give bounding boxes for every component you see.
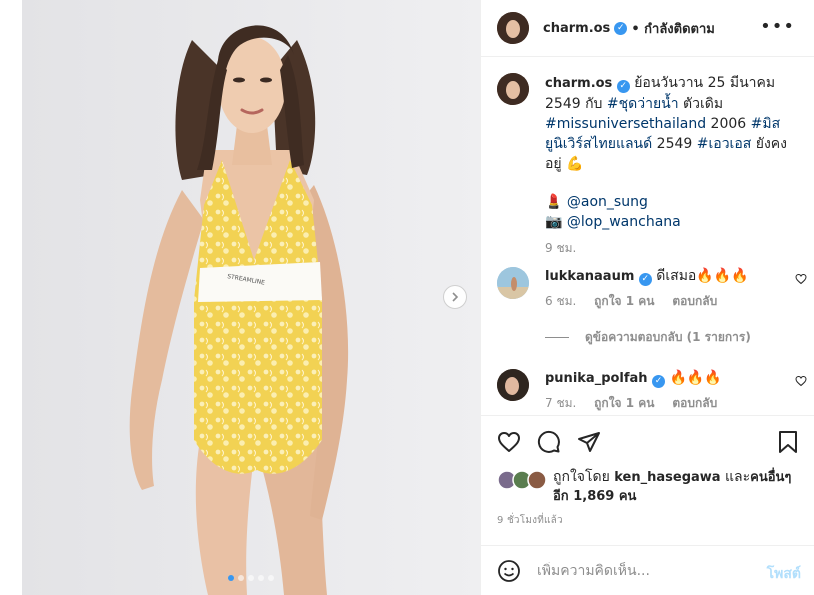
camera-emoji: 📷 [545,214,563,230]
commenter-avatar[interactable] [497,267,529,299]
bookmark-icon[interactable] [777,430,799,454]
verified-badge-icon: ✓ [616,79,630,93]
comment-text: lukkanaaum ✓ ดีเสมอ🔥🔥🔥 6 ชม. ถูกใจ 1 คน … [545,268,749,308]
hashtag[interactable]: #ชุดว่ายน้ำ [607,96,679,112]
post-comment-button[interactable]: โพสต์ [767,563,801,585]
reply-button[interactable]: ตอบกลับ [672,396,717,410]
liker-avatars[interactable] [497,470,549,490]
lipstick-emoji: 💄 [545,194,563,210]
comment-time[interactable]: 6 ชม. [545,294,576,308]
owner-avatar[interactable] [497,12,529,44]
instagram-post-modal: STREAMLINE charm.os ✓ • กำลังติดตาม ••• … [0,0,814,595]
owner-handle[interactable]: charm.os [543,21,610,36]
comment-text: punika_polfah ✓ 🔥🔥🔥 7 ชม. ถูกใจ 1 คน ตอบ… [545,370,722,410]
post-header: charm.os ✓ • กำลังติดตาม ••• [481,0,814,57]
mention-link[interactable]: @lop_wanchana [567,214,681,230]
comment-input[interactable] [537,562,737,580]
caption-text: charm.os ✓ ย้อนวันวาน 25 มีนาคม 2549 กับ… [545,73,793,258]
commenter-handle[interactable]: punika_polfah [545,371,648,386]
post-photo[interactable]: STREAMLINE [22,0,480,595]
follow-status[interactable]: • กำลังติดตาม [631,18,715,39]
comment-like-icon[interactable] [795,273,807,285]
comment-likes[interactable]: ถูกใจ 1 คน [594,396,654,410]
caption-avatar[interactable] [497,73,529,105]
caption-time[interactable]: 9 ชม. [545,238,793,258]
hashtag[interactable]: #เอวเอส [697,136,752,152]
heart-icon[interactable] [497,430,521,454]
liker-handle[interactable]: ken_hasegawa [614,470,720,485]
carousel-indicators [22,575,480,581]
muscle-emoji: 💪 [566,156,584,172]
verified-badge-icon: ✓ [614,21,628,35]
comment-like-icon[interactable] [795,375,807,387]
carousel-dot [258,575,264,581]
replies-divider [545,337,569,338]
share-icon[interactable] [577,430,601,454]
mention-link[interactable]: @aon_sung [567,194,648,210]
comment-time[interactable]: 7 ชม. [545,396,576,410]
carousel-dot [268,575,274,581]
hashtag[interactable]: #missuniversethailand [545,116,706,132]
carousel-dot-active [228,575,234,581]
photo-image: STREAMLINE [22,0,480,595]
action-bar [481,415,814,467]
commenter-avatar[interactable] [497,369,529,401]
chevron-right-icon [452,292,459,302]
verified-badge-icon: ✓ [638,272,652,286]
post-time[interactable]: 9 ชั่วโมงที่แล้ว [497,513,563,528]
view-replies-button[interactable]: ดูข้อความตอบกลับ (1 รายการ) [545,328,751,347]
commenter-handle[interactable]: lukkanaaum [545,269,634,284]
carousel-dot [238,575,244,581]
post-side-panel: charm.os ✓ • กำลังติดตาม ••• charm.os ✓ … [480,0,814,595]
comments-list: charm.os ✓ ย้อนวันวาน 25 มีนาคม 2549 กับ… [481,57,814,415]
carousel-dot [248,575,254,581]
caption-handle[interactable]: charm.os [545,76,612,91]
carousel-next-button[interactable] [443,285,467,309]
comment-likes[interactable]: ถูกใจ 1 คน [594,294,654,308]
comment-icon[interactable] [537,430,561,454]
verified-badge-icon: ✓ [652,374,666,388]
reply-button[interactable]: ตอบกลับ [672,294,717,308]
add-comment-bar: โพสต์ [481,545,814,595]
likes-summary: ถูกใจโดย ken_hasegawa และคนอื่นๆ อีก 1,8… [497,468,807,512]
emoji-icon[interactable] [497,559,521,583]
more-icon[interactable]: ••• [760,18,795,36]
